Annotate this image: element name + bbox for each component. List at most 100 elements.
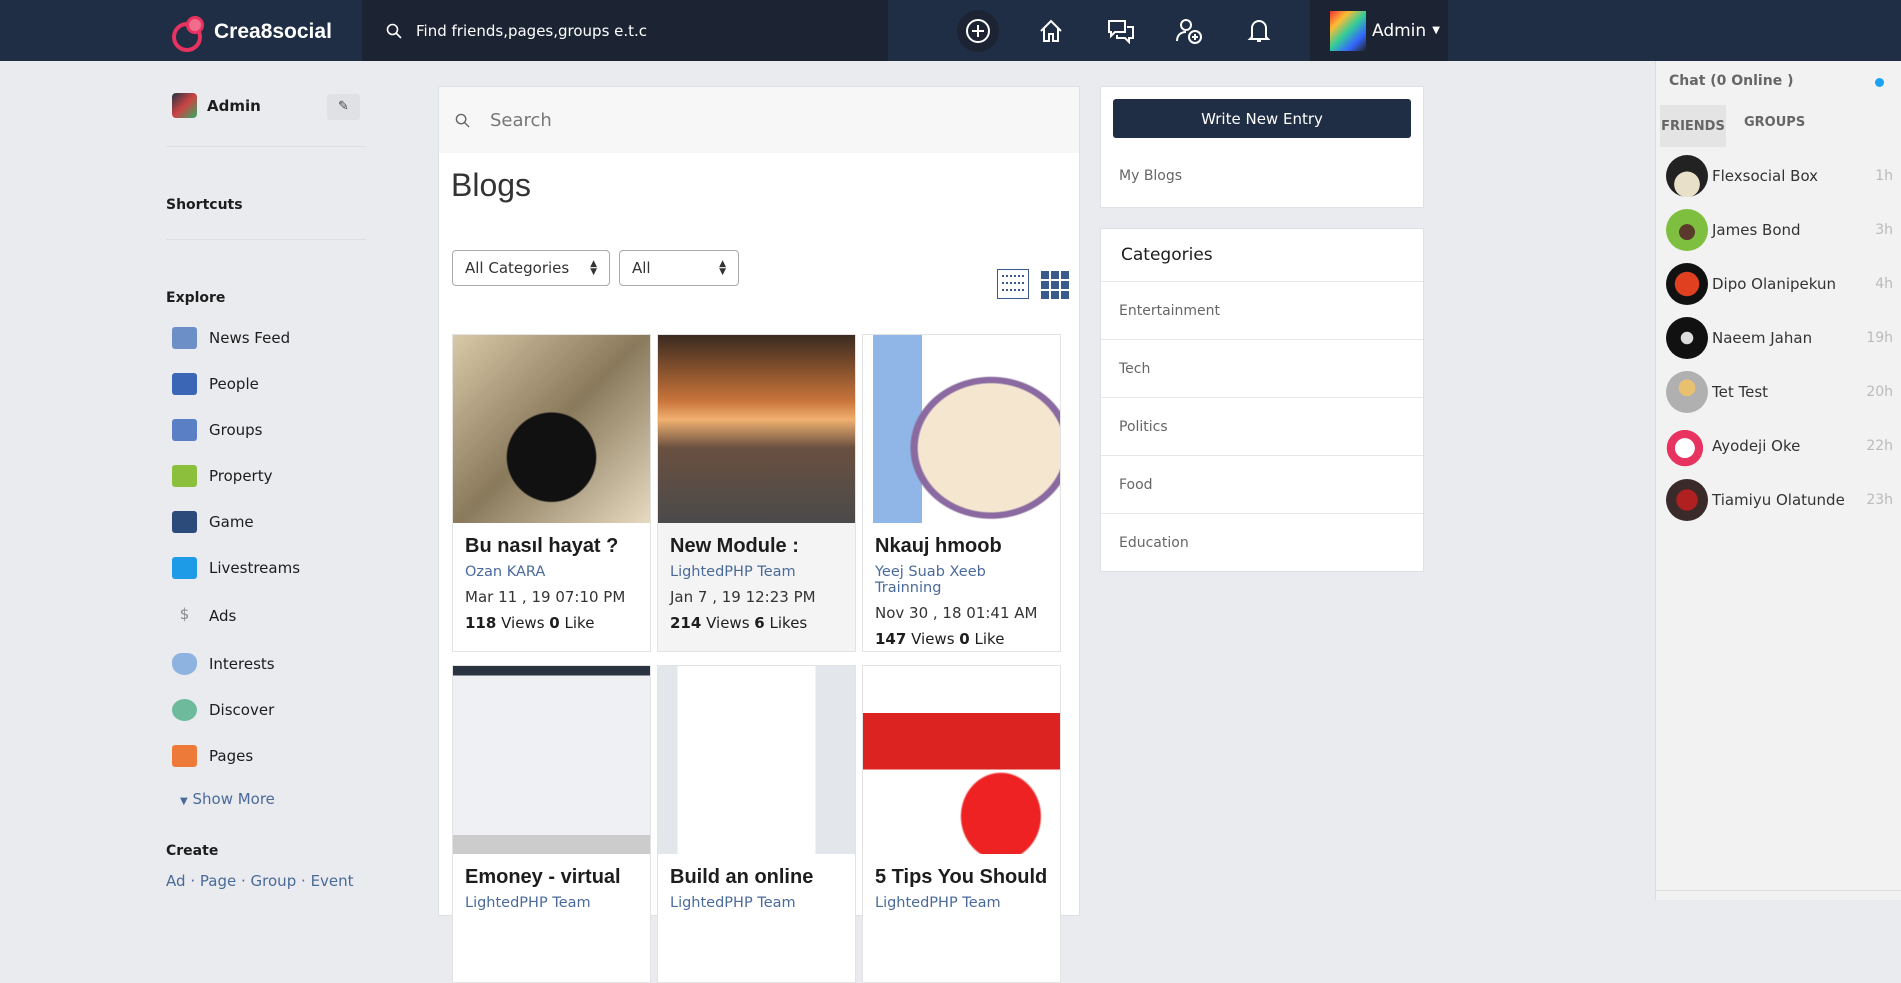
views-count: 118 [465, 614, 497, 632]
blog-author-link[interactable]: Yeej Suab Xeeb Trainning [863, 558, 1060, 596]
logo-icon [170, 16, 204, 52]
avatar [172, 93, 197, 118]
page-title: Blogs [451, 167, 532, 203]
category-item[interactable]: Entertainment [1101, 281, 1423, 339]
friend-requests-icon[interactable] [1168, 10, 1210, 52]
livestreams-icon [172, 557, 197, 579]
blog-author-link[interactable]: LightedPHP Team [658, 889, 855, 911]
sidebar-item-discover[interactable]: Discover [166, 687, 366, 733]
blog-author-link[interactable]: Ozan KARA [453, 558, 650, 580]
category-item[interactable]: Education [1101, 513, 1423, 571]
sidebar-item-livestreams[interactable]: Livestreams [166, 545, 366, 591]
sidebar-item-game[interactable]: Game [166, 499, 366, 545]
grid-view-icon[interactable] [1041, 271, 1069, 299]
last-seen: 3h [1875, 222, 1893, 238]
online-status-dot [1875, 78, 1884, 87]
sidebar-item-news-feed[interactable]: News Feed [166, 315, 366, 361]
friend-item[interactable]: Ayodeji Oke 22h [1656, 419, 1901, 473]
category-select[interactable]: All Categories ▲ ▼ [452, 250, 610, 286]
brand-logo[interactable]: Crea8social [170, 16, 332, 52]
blog-author-link[interactable]: LightedPHP Team [453, 889, 650, 911]
blog-stats: 214 Views 6 Likes [658, 606, 855, 632]
blog-title: Emoney - virtual [465, 866, 621, 888]
category-item[interactable]: Food [1101, 455, 1423, 513]
likes-count: 0 [959, 630, 970, 648]
search-placeholder: Find friends,pages,groups e.t.c [416, 21, 648, 40]
profile-link[interactable]: Admin [172, 93, 261, 118]
home-icon[interactable] [1030, 10, 1072, 52]
item-label: People [209, 375, 259, 393]
sidebar-item-pages[interactable]: Pages [166, 733, 366, 779]
blog-author-link[interactable]: LightedPHP Team [863, 889, 1060, 911]
create-group-link[interactable]: Group [251, 872, 297, 890]
blog-date: Mar 11 , 19 07:10 PM [465, 588, 626, 606]
blog-search-input[interactable]: Search [439, 87, 1079, 153]
notifications-bell-icon[interactable] [1238, 10, 1280, 52]
sidebar-item-interests[interactable]: Interests [166, 641, 366, 687]
separator: · [190, 872, 196, 890]
tab-groups[interactable]: GROUPS [1744, 115, 1805, 130]
blog-author-link[interactable]: LightedPHP Team [658, 558, 855, 580]
item-label: Livestreams [209, 559, 301, 577]
discover-icon [172, 699, 197, 721]
left-sidebar: Admin ✎ Shortcuts Explore News Feed Peop… [166, 86, 366, 900]
blogs-panel: Search Blogs All Categories ▲ ▼ All ▲ ▼ Bu n… [438, 86, 1080, 983]
sidebar-item-people[interactable]: People [166, 361, 366, 407]
friend-item[interactable]: Tiamiyu Olatunde 23h [1656, 473, 1901, 527]
caret-down-icon: ▼ [1432, 25, 1440, 36]
friend-name: Tiamiyu Olatunde [1712, 491, 1845, 509]
avatar [1666, 209, 1708, 251]
blog-title: 5 Tips You Should [875, 866, 1048, 888]
likes-count: 6 [754, 614, 765, 632]
property-icon [172, 465, 197, 487]
blog-title: Build an online [670, 866, 814, 888]
friend-item[interactable]: Dipo Olanipekun 4h [1656, 257, 1901, 311]
last-seen: 20h [1866, 384, 1893, 400]
blog-thumbnail [658, 666, 855, 854]
sidebar-item-ads[interactable]: $ Ads [166, 591, 366, 641]
create-page-link[interactable]: Page [200, 872, 236, 890]
list-view-icon[interactable] [997, 269, 1029, 299]
filter-select[interactable]: All ▲ ▼ [619, 250, 739, 286]
friend-item[interactable]: Naeem Jahan 19h [1656, 311, 1901, 365]
friend-name: Flexsocial Box [1712, 167, 1819, 185]
global-search-input[interactable]: Find friends,pages,groups e.t.c [362, 0, 888, 61]
views-label: Views [501, 614, 545, 632]
write-new-entry-button[interactable]: Write New Entry [1113, 99, 1411, 138]
sidebar-item-property[interactable]: Property [166, 453, 366, 499]
show-more-link[interactable]: ▼ Show More [180, 790, 275, 808]
game-icon [172, 511, 197, 533]
messages-icon[interactable] [1100, 10, 1142, 52]
shortcuts-heading: Shortcuts [166, 197, 243, 213]
blog-date: Nov 30 , 18 01:41 AM [875, 604, 1038, 622]
blog-card[interactable]: 5 Tips You Should LightedPHP Team [862, 665, 1061, 983]
blog-thumbnail [453, 666, 650, 854]
my-blogs-link[interactable]: My Blogs [1101, 138, 1423, 184]
category-item[interactable]: Tech [1101, 339, 1423, 397]
divider [1656, 890, 1901, 891]
user-menu-dropdown[interactable]: Admin ▼ [1310, 0, 1448, 61]
blog-card[interactable]: Nkauj hmoob Yeej Suab Xeeb Trainning Nov 3… [862, 334, 1061, 652]
blog-card[interactable]: Build an online LightedPHP Team [657, 665, 856, 983]
tab-friends[interactable]: FRIENDS [1660, 105, 1726, 147]
sort-arrows-icon: ▲ ▼ [719, 259, 726, 277]
sidebar-item-groups[interactable]: Groups [166, 407, 366, 453]
blog-stats: 118 Views 0 Like [453, 606, 650, 632]
blog-card[interactable]: Emoney - virtual LightedPHP Team [452, 665, 651, 983]
create-plus-icon[interactable] [957, 10, 999, 52]
create-ad-link[interactable]: Ad [166, 872, 186, 890]
create-event-link[interactable]: Event [311, 872, 354, 890]
friend-item[interactable]: Flexsocial Box 1h [1656, 149, 1901, 203]
item-label: Pages [209, 747, 254, 765]
caret-down-icon: ▼ [180, 796, 188, 807]
edit-profile-pencil-icon[interactable]: ✎ [327, 94, 360, 120]
friend-name: Naeem Jahan [1712, 329, 1813, 347]
friend-item[interactable]: James Bond 3h [1656, 203, 1901, 257]
blog-card[interactable]: Bu nasıl hayat ? Ozan KARA Mar 11 , 19 07:… [452, 334, 651, 652]
blog-card[interactable]: New Module : LightedPHP Team Jan 7 , 19 12… [657, 334, 856, 652]
friend-item[interactable]: Tet Test 20h [1656, 365, 1901, 419]
likes-label: Like [564, 614, 595, 632]
sort-arrows-icon: ▲ ▼ [590, 259, 597, 277]
blog-title: Nkauj hmoob [875, 535, 1002, 557]
category-item[interactable]: Politics [1101, 397, 1423, 455]
